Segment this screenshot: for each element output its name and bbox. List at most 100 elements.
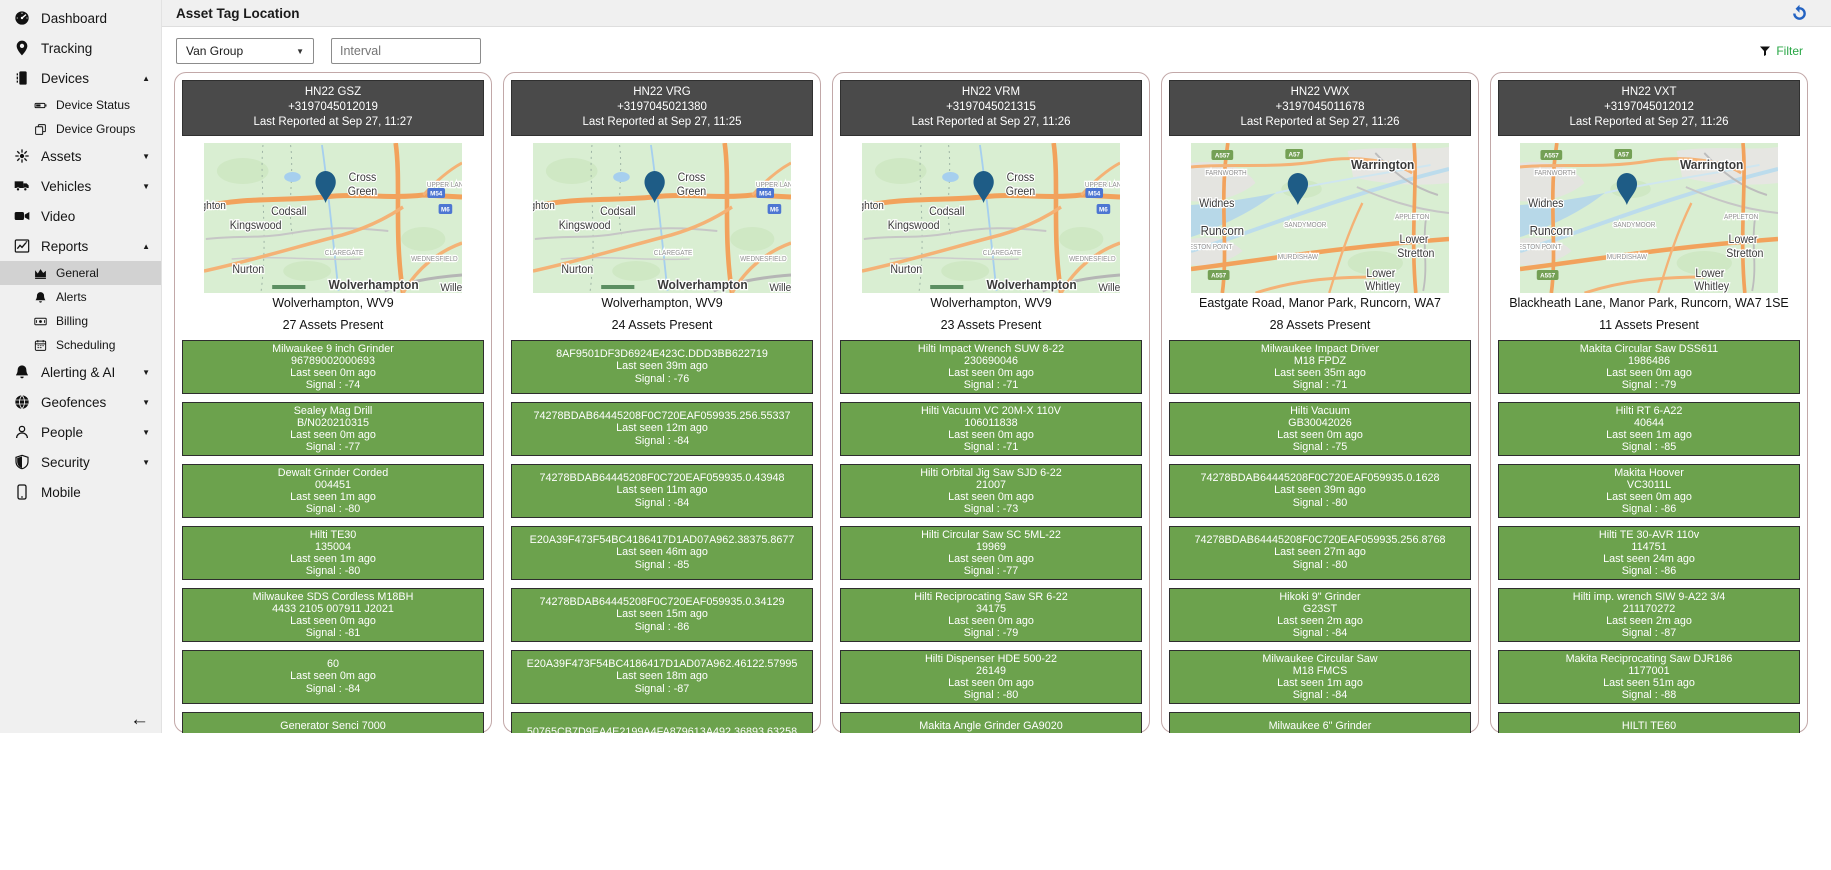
map-thumbnail[interactable]: Warrington FARNWORTH Widnes Runcorn APPLETON… xyxy=(1191,142,1449,293)
filter-button[interactable]: Filter xyxy=(1759,44,1803,58)
sidebar-item-people[interactable]: People ▼ xyxy=(0,417,161,447)
asset-name: Hilti RT 6-A22 xyxy=(1615,404,1683,417)
asset-signal: Signal : -80 xyxy=(305,502,361,515)
sidebar-item-geofences[interactable]: Geofences ▼ xyxy=(0,387,161,417)
asset-name: 74278BDAB64445208F0C720EAF059935.0.1628 xyxy=(1200,471,1440,484)
sidebar-item-devices[interactable]: Devices ▲ xyxy=(0,63,161,93)
sidebar-item-vehicles[interactable]: Vehicles ▼ xyxy=(0,171,161,201)
sidebar-item-dashboard[interactable]: Dashboard xyxy=(0,3,161,33)
map-thumbnail[interactable]: ghton Codsall Kingswood Cross Green UPPER LAN… xyxy=(862,142,1120,293)
asset-last-seen: Last seen 18m ago xyxy=(616,670,708,683)
sidebar-subitem-device-status[interactable]: Device Status xyxy=(0,93,161,117)
map-label: Warrington xyxy=(1351,157,1414,172)
device-card: HN22 VWX +3197045011678 Last Reported at S… xyxy=(1161,72,1479,733)
asset-last-seen: Last seen 0m ago xyxy=(290,366,376,379)
asset-serial: SC800E-11 xyxy=(187,732,479,733)
chevron-down-icon: ▼ xyxy=(142,181,150,191)
map-label: Whitley xyxy=(1694,280,1729,292)
asset-name: Dewalt Grinder Corded xyxy=(277,466,389,479)
group-select[interactable]: Van Group ▼ xyxy=(176,38,314,64)
asset-signal: Signal : -80 xyxy=(1292,497,1348,510)
device-phone: +3197045021380 xyxy=(617,100,707,113)
road-badge: A57 xyxy=(1614,148,1633,159)
asset-name: Makita Angle Grinder GA9020 xyxy=(919,719,1063,732)
map-label: WESTON POINT xyxy=(1520,244,1561,251)
devices-icon xyxy=(14,70,30,86)
map-label: Kingswood xyxy=(888,219,940,231)
asset-serial: 135004 xyxy=(314,540,352,553)
map-label: Runcorn xyxy=(1530,223,1573,238)
filter-toolbar: Van Group ▼ Filter xyxy=(162,27,1831,70)
map-label: Nurton xyxy=(890,263,922,275)
sidebar-item-label: Video xyxy=(41,208,76,224)
sidebar-item-video[interactable]: Video xyxy=(0,201,161,231)
device-name: HN22 GSZ xyxy=(304,86,362,98)
asset-last-seen: Last seen 1m ago xyxy=(1606,428,1692,441)
sidebar-item-label: Reports xyxy=(41,238,89,254)
map-label: ghton xyxy=(533,199,555,211)
sidebar-item-label: Vehicles xyxy=(41,178,92,194)
asset-name: Sealey Mag Drill xyxy=(293,404,373,417)
chevron-down-icon: ▼ xyxy=(142,367,150,377)
asset-card: Makita Reciprocating Saw DJR186 1177001 La… xyxy=(1498,649,1800,704)
sidebar-subitem-alerts[interactable]: Alerts xyxy=(0,285,161,309)
asset-last-seen: Last seen 0m ago xyxy=(1277,428,1363,441)
map-label: UPPER LANE xyxy=(427,182,462,189)
map-thumbnail[interactable]: Warrington FARNWORTH Widnes Runcorn APPLETON… xyxy=(1520,142,1778,293)
asset-name: 60 xyxy=(326,657,339,670)
map-thumbnail[interactable]: ghton Codsall Kingswood Cross Green UPPER LAN… xyxy=(204,142,462,293)
road-badge: M54 xyxy=(427,187,446,198)
sidebar-item-security[interactable]: Security ▼ xyxy=(0,447,161,477)
sidebar-item-label: Assets xyxy=(41,148,82,164)
sidebar-item-tracking[interactable]: Tracking xyxy=(0,33,161,63)
asset-list: Milwaukee Impact Driver M18 FPDZ Last seen… xyxy=(1169,332,1471,733)
sidebar-subitem-billing[interactable]: Billing xyxy=(0,309,161,333)
chevron-down-icon: ▼ xyxy=(296,46,304,56)
map-label: CLAREGATE xyxy=(654,250,693,257)
asset-last-seen: Last seen 12m ago xyxy=(616,422,708,435)
asset-card: Milwaukee 9 inch Grinder 96789002000693 La… xyxy=(182,339,484,394)
asset-last-seen: Last seen 0m ago xyxy=(948,490,1034,503)
filter-label: Filter xyxy=(1776,44,1803,58)
sidebar-item-alerting-ai[interactable]: Alerting & AI ▼ xyxy=(0,357,161,387)
device-location: Blackheath Lane, Manor Park, Runcorn, WA… xyxy=(1509,295,1789,310)
asset-last-seen: Last seen 0m ago xyxy=(290,614,376,627)
sidebar-item-mobile[interactable]: Mobile xyxy=(0,477,161,507)
asset-serial: 2401254 xyxy=(845,732,1137,733)
asset-card: 74278BDAB64445208F0C720EAF059935.0.34129… xyxy=(511,587,813,642)
asset-list: Hilti Impact Wrench SUW 8-22 230690046 Las… xyxy=(840,332,1142,733)
sidebar-subitem-scheduling[interactable]: Scheduling xyxy=(0,333,161,357)
asset-card: Milwaukee SDS Cordless M18BH 4433 2105 00… xyxy=(182,587,484,642)
asset-signal: Signal : -71 xyxy=(963,378,1019,391)
asset-card: 74278BDAB64445208F0C720EAF059935.0.43948… xyxy=(511,463,813,518)
map-label: Nurton xyxy=(232,263,264,275)
sidebar-collapse-button[interactable]: ← xyxy=(130,709,149,731)
map-label: Nurton xyxy=(561,263,593,275)
device-card: HN22 GSZ +3197045012019 Last Reported at S… xyxy=(174,72,492,733)
titlebar: Asset Tag Location xyxy=(162,0,1831,27)
sidebar-item-label: Geofences xyxy=(41,394,107,410)
sidebar-subitem-device-groups[interactable]: Device Groups xyxy=(0,117,161,141)
asset-card: 50765CB7D9EA4E2199A4FA879613A492.36893.6… xyxy=(511,711,813,733)
asset-name: Hilti TE30 xyxy=(309,528,357,541)
asset-serial: 004451 xyxy=(314,478,352,491)
sidebar-item-reports[interactable]: Reports ▲ xyxy=(0,231,161,261)
asset-signal: Signal : -76 xyxy=(634,373,690,386)
asset-name: Hikoki 9" Grinder xyxy=(1279,590,1361,603)
svg-text:M6: M6 xyxy=(770,206,779,213)
asset-signal: Signal : -87 xyxy=(1621,626,1677,639)
asset-serial: 4433 2105 007911 J2021 xyxy=(272,602,394,615)
refresh-button[interactable] xyxy=(1790,4,1809,23)
assets-present-count: 11 Assets Present xyxy=(1599,317,1699,332)
asset-name: Milwaukee Circular Saw xyxy=(1262,652,1378,665)
map-thumbnail[interactable]: ghton Codsall Kingswood Cross Green UPPER LAN… xyxy=(533,142,791,293)
sidebar-item-assets[interactable]: Assets ▼ xyxy=(0,141,161,171)
interval-input[interactable] xyxy=(331,38,481,64)
map-label: Cross xyxy=(349,171,377,183)
asset-signal: Signal : -77 xyxy=(305,440,361,453)
asset-last-seen: Last seen 0m ago xyxy=(290,428,376,441)
asset-last-seen: Last seen 0m ago xyxy=(948,552,1034,565)
chevron-up-icon: ▲ xyxy=(142,241,150,251)
sidebar-subitem-general[interactable]: General xyxy=(0,261,161,285)
reports-icon xyxy=(14,238,30,254)
